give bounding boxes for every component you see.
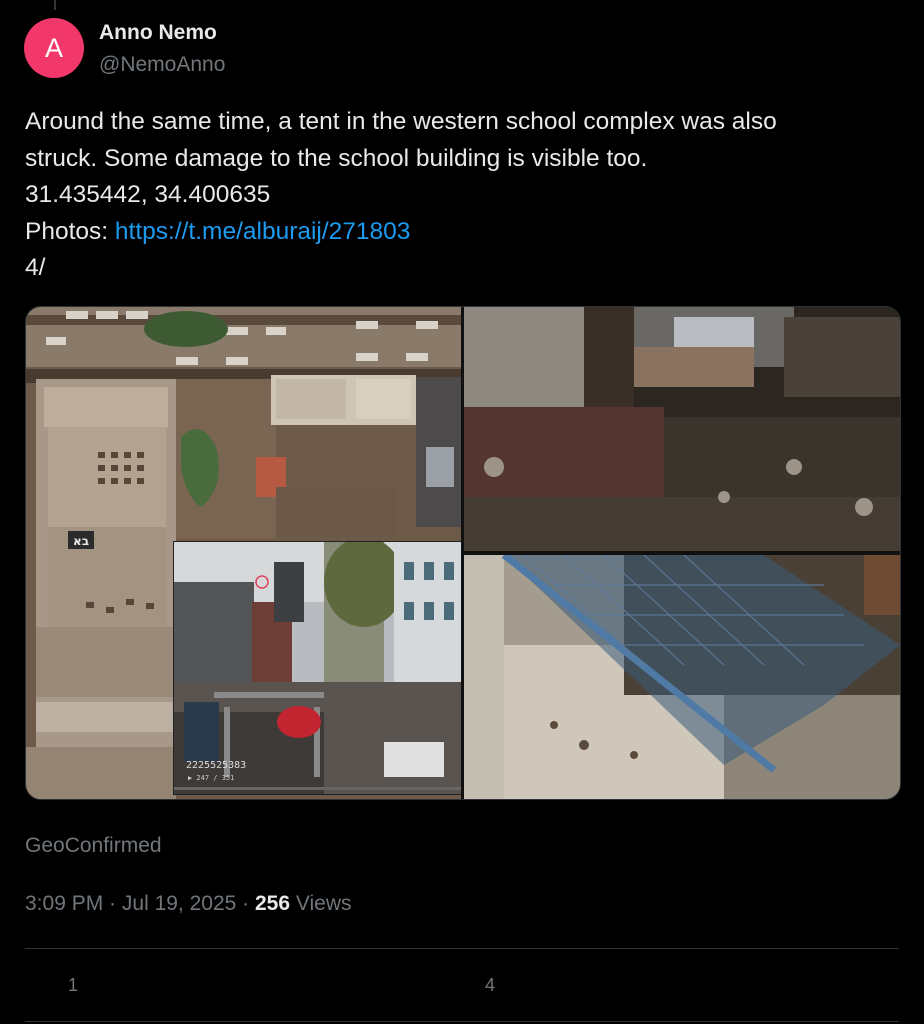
tweet-meta: 3:09 PM · Jul 19, 2025 · 256 Views — [25, 892, 352, 916]
source-label[interactable]: GeoConfirmed — [25, 834, 162, 858]
tweet-line-2: struck. Some damage to the school buildi… — [25, 144, 648, 172]
inset-video-frame[interactable]: 2225525383 ▶ 247 / 351 — [173, 541, 461, 795]
media-photo-collapsed-fence[interactable] — [464, 555, 900, 799]
tweet-time[interactable]: 3:09 PM — [25, 892, 103, 915]
avatar-letter: A — [44, 32, 63, 63]
tweet-text: Around the same time, a tent in the west… — [25, 104, 895, 287]
views-count: 256 — [255, 892, 291, 915]
tweet-coordinates: 31.435442, 34.400635 — [25, 181, 271, 208]
photos-label: Photos: — [25, 217, 115, 245]
avatar[interactable]: A — [24, 18, 84, 78]
thread-connector-line — [54, 0, 56, 10]
media-photo-interior-damage[interactable] — [464, 307, 900, 551]
author-name[interactable]: Anno Nemo — [99, 21, 217, 45]
divider — [25, 1021, 899, 1022]
views-label: Views — [290, 892, 352, 915]
thread-index: 4/ — [25, 254, 46, 281]
tweet-photos-line: Photos: https://t.me/alburaij/271803 — [25, 214, 895, 251]
reply-count[interactable]: 1 — [68, 975, 78, 996]
meta-separator: · — [103, 892, 122, 915]
tweet-line-1: Around the same time, a tent in the west… — [25, 108, 777, 135]
roof-mark: בא — [73, 534, 89, 548]
media-grid: בא 2225525383 ▶ 247 / 351 — [25, 306, 901, 800]
interior-damage-photo — [464, 307, 900, 551]
meta-separator: · — [236, 892, 255, 915]
like-count[interactable]: 4 — [485, 975, 495, 996]
photos-link[interactable]: https://t.me/alburaij/271803 — [115, 218, 411, 245]
author-handle[interactable]: @NemoAnno — [99, 53, 225, 77]
inset-video-progress — [174, 787, 461, 790]
media-satellite-image[interactable]: בא 2225525383 ▶ 247 / 351 — [26, 307, 461, 799]
inset-video-timestamp: ▶ 247 / 351 — [188, 774, 235, 782]
tweet-date[interactable]: Jul 19, 2025 — [122, 892, 236, 915]
inset-video-still — [174, 542, 461, 794]
collapsed-fence-photo — [464, 555, 900, 799]
inset-video-id: 2225525383 — [186, 760, 247, 771]
divider — [25, 948, 899, 949]
